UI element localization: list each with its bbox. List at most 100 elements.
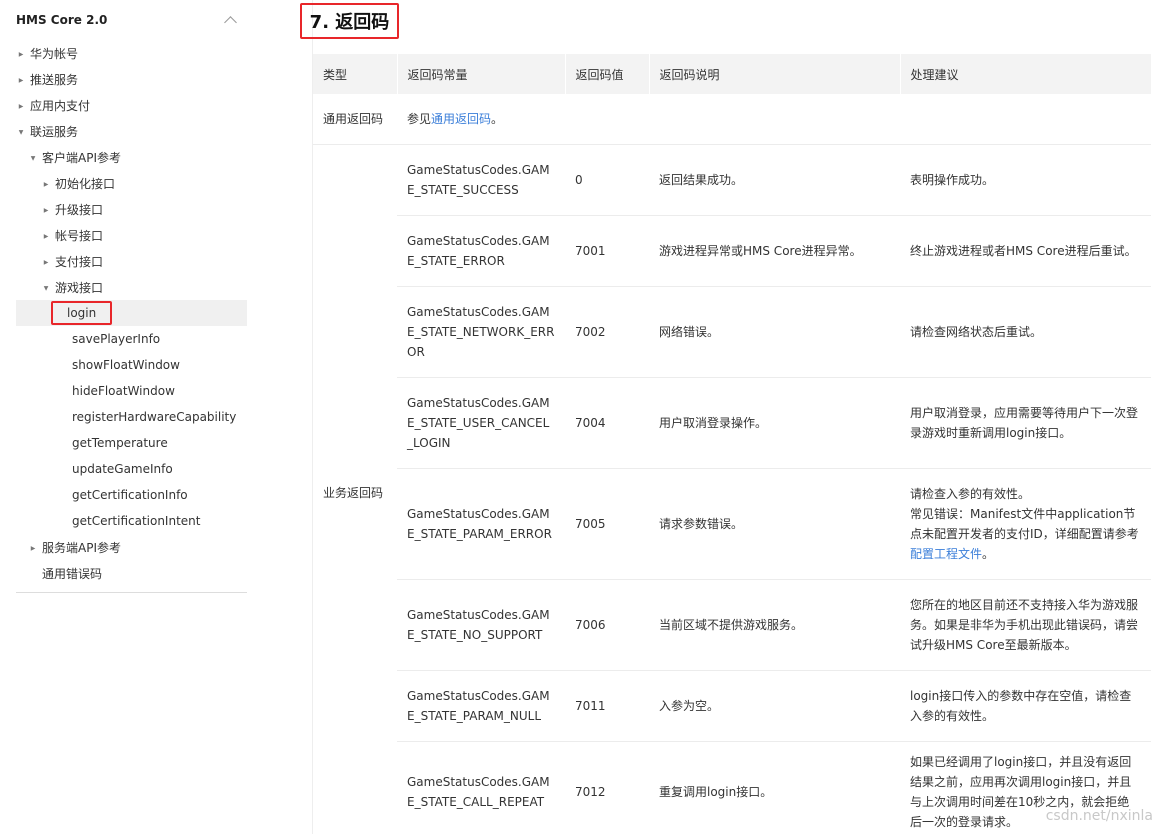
sidebar-item-label: 联运服务 <box>30 124 79 139</box>
sidebar-item-label: getCertificationInfo <box>72 488 188 502</box>
cell-value: 7001 <box>565 215 649 287</box>
caret-right-icon <box>28 543 38 552</box>
cell-description: 入参为空。 <box>649 670 900 742</box>
caret-down-icon <box>16 127 26 136</box>
watermark: csdn.net/nxinla <box>1045 808 1153 824</box>
sidebar-item[interactable]: 华为帐号 <box>16 40 247 66</box>
sidebar-item[interactable]: 客户端API参考 <box>16 144 247 170</box>
sidebar-item-label: 初始化接口 <box>55 176 116 191</box>
sidebar-item[interactable]: savePlayerInfo <box>16 326 247 352</box>
cell-constant: GameStatusCodes.GAME_STATE_USER_CANCEL_L… <box>397 377 565 469</box>
general-prefix: 参见 <box>407 111 432 126</box>
cell-description: 请求参数错误。 <box>649 468 900 580</box>
advice-line: 请检查入参的有效性。 <box>910 486 1031 501</box>
sidebar-item[interactable]: 初始化接口 <box>16 170 247 196</box>
cell-description: 用户取消登录操作。 <box>649 377 900 469</box>
advice-suffix: 。 <box>982 546 995 561</box>
sidebar-item-label: registerHardwareCapability <box>72 410 237 424</box>
general-return-code-link[interactable]: 通用返回码 <box>431 112 491 126</box>
cell-advice: 请检查网络状态后重试。 <box>900 286 1151 378</box>
cell-value: 7002 <box>565 286 649 378</box>
cell-value: 7005 <box>565 468 649 580</box>
sidebar-item[interactable]: 服务端API参考 <box>16 534 247 560</box>
cell-value: 7004 <box>565 377 649 469</box>
sidebar-item[interactable]: 帐号接口 <box>16 222 247 248</box>
sidebar-item-label: updateGameInfo <box>72 462 173 476</box>
cell-constant: GameStatusCodes.GAME_STATE_NETWORK_ERROR <box>397 286 565 378</box>
sidebar-item-label: getTemperature <box>72 436 168 450</box>
caret-right-icon <box>16 49 26 58</box>
sidebar-item-label: 华为帐号 <box>30 46 79 61</box>
caret-right-icon <box>41 205 51 214</box>
header-type: 类型 <box>313 54 398 94</box>
cell-value: 7011 <box>565 670 649 742</box>
caret-right-icon <box>41 231 51 240</box>
sidebar-item[interactable]: hideFloatWindow <box>16 378 247 404</box>
header-advice: 处理建议 <box>900 54 1152 94</box>
cell-description: 当前区域不提供游戏服务。 <box>649 579 900 671</box>
sidebar-item[interactable]: 通用错误码 <box>16 560 247 586</box>
main-content: 7. 返回码 类型 返回码常量 返回码值 返回码说明 处理建议 通用返回码 参见… <box>300 0 1163 834</box>
cell-value: 7006 <box>565 579 649 671</box>
sidebar-item[interactable]: registerHardwareCapability <box>16 404 247 430</box>
sidebar-nav: HMS Core 2.0 华为帐号推送服务应用内支付联运服务客户端API参考初始… <box>16 0 247 593</box>
cell-constant: GameStatusCodes.GAME_STATE_NO_SUPPORT <box>397 579 565 671</box>
page-title: 7. 返回码 <box>300 3 399 39</box>
table-row: GameStatusCodes.GAME_STATE_PARAM_NULL 701… <box>313 670 1151 742</box>
sidebar-item[interactable]: 联运服务 <box>16 118 247 144</box>
cell-advice: 终止游戏进程或者HMS Core进程后重试。 <box>900 215 1151 287</box>
sidebar-item-label: 升级接口 <box>55 202 104 217</box>
sidebar-tree: 华为帐号推送服务应用内支付联运服务客户端API参考初始化接口升级接口帐号接口支付… <box>16 40 247 586</box>
sidebar-item[interactable]: getCertificationInfo <box>16 482 247 508</box>
cell-advice: login接口传入的参数中存在空值，请检查入参的有效性。 <box>900 670 1151 742</box>
table-row: GameStatusCodes.GAME_STATE_NETWORK_ERROR… <box>313 286 1151 378</box>
cell-value: 0 <box>565 144 649 216</box>
header-constant: 返回码常量 <box>397 54 566 94</box>
sidebar-item[interactable]: 应用内支付 <box>16 92 247 118</box>
cell-constant: GameStatusCodes.GAME_STATE_ERROR <box>397 215 565 287</box>
sidebar-item[interactable]: login <box>16 300 247 326</box>
sidebar-item[interactable]: getCertificationIntent <box>16 508 247 534</box>
sidebar-item-label: hideFloatWindow <box>72 384 175 398</box>
cell-advice: 表明操作成功。 <box>900 144 1151 216</box>
sidebar-item-label: savePlayerInfo <box>72 332 161 346</box>
sidebar-item[interactable]: 游戏接口 <box>16 274 247 300</box>
sidebar-item-label: 应用内支付 <box>30 98 91 113</box>
caret-right-icon <box>41 179 51 188</box>
sidebar-item[interactable]: updateGameInfo <box>16 456 247 482</box>
sidebar-item-label: 服务端API参考 <box>42 540 121 555</box>
cell-constant: GameStatusCodes.GAME_STATE_PARAM_NULL <box>397 670 565 742</box>
sidebar-item[interactable]: 推送服务 <box>16 66 247 92</box>
caret-right-icon <box>16 101 26 110</box>
caret-right-icon <box>16 75 26 84</box>
cell-description: 网络错误。 <box>649 286 900 378</box>
caret-right-icon <box>41 257 51 266</box>
sidebar-item[interactable]: 支付接口 <box>16 248 247 274</box>
table-row: GameStatusCodes.GAME_STATE_CALL_REPEAT 70… <box>313 741 1151 834</box>
sidebar-item[interactable]: showFloatWindow <box>16 352 247 378</box>
config-project-file-link[interactable]: 配置工程文件 <box>910 547 982 561</box>
sidebar-item-label: 游戏接口 <box>55 280 104 295</box>
return-code-table: 类型 返回码常量 返回码值 返回码说明 处理建议 通用返回码 参见通用返回码。 … <box>313 54 1152 834</box>
cell-advice: 请检查入参的有效性。 常见错误：Manifest文件中application节点未… <box>900 468 1151 580</box>
cell-description: 返回结果成功。 <box>649 144 900 216</box>
table-row: GameStatusCodes.GAME_STATE_PARAM_ERROR 70… <box>313 468 1151 580</box>
cell-constant: GameStatusCodes.GAME_STATE_SUCCESS <box>397 144 565 216</box>
sidebar-item-label: showFloatWindow <box>72 358 180 372</box>
cell-description: 重复调用login接口。 <box>649 741 900 834</box>
cell-type: 业务返回码 <box>323 486 384 501</box>
sidebar-item[interactable]: getTemperature <box>16 430 247 456</box>
chevron-up-icon[interactable] <box>224 15 237 29</box>
table-header-row: 类型 返回码常量 返回码值 返回码说明 处理建议 <box>313 54 1152 94</box>
caret-down-icon <box>41 283 51 292</box>
table-row: 业务返回码 GameStatusCodes.GAME_STATE_SUCCESS 0… <box>313 144 1151 500</box>
sidebar-item[interactable]: 升级接口 <box>16 196 247 222</box>
cell-type: 通用返回码 <box>313 94 397 145</box>
general-suffix: 。 <box>491 111 504 126</box>
cell-general-ref: 参见通用返回码。 <box>397 94 1151 145</box>
sidebar-item-label: 帐号接口 <box>55 228 104 243</box>
header-description: 返回码说明 <box>649 54 901 94</box>
sidebar-header[interactable]: HMS Core 2.0 <box>16 0 247 40</box>
header-value: 返回码值 <box>565 54 650 94</box>
table-row-general: 通用返回码 参见通用返回码。 <box>313 94 1151 145</box>
